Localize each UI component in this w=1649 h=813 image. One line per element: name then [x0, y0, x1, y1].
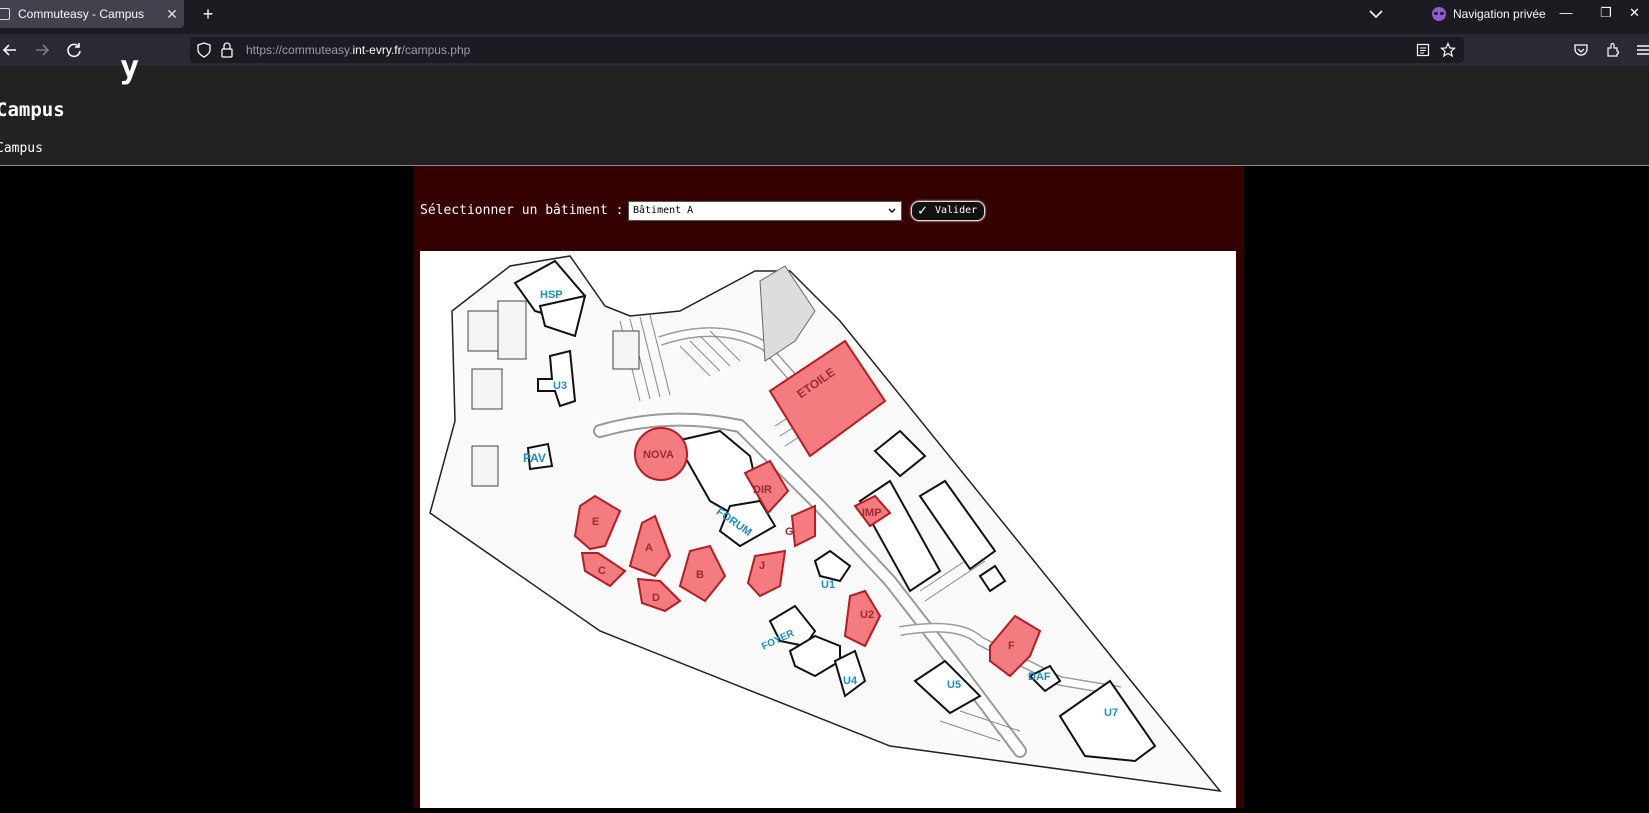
- label-hsp: HSP: [540, 289, 563, 301]
- building-select[interactable]: Bâtiment A: [628, 201, 902, 221]
- label-b: B: [696, 569, 704, 581]
- page-header: y Campus Campus: [0, 48, 1649, 166]
- close-window-button[interactable]: ✕: [1620, 0, 1649, 28]
- checkmark-icon: ✓: [918, 201, 928, 219]
- private-mask-icon: [1432, 7, 1446, 21]
- page-title: Campus: [0, 99, 65, 121]
- label-j: J: [759, 560, 765, 572]
- extensions-icon[interactable]: [1605, 42, 1621, 58]
- label-u1: U1: [821, 579, 835, 591]
- pocket-icon[interactable]: [1573, 42, 1589, 58]
- forward-arrow-icon[interactable]: [30, 39, 54, 61]
- chevron-down-icon: [888, 208, 896, 213]
- private-browsing-indicator: Navigation privée: [1432, 0, 1546, 28]
- label-u2: U2: [860, 609, 874, 621]
- url-text: https://commuteasy.int-evry.fr/campus.ph…: [246, 43, 471, 57]
- building-select-value: Bâtiment A: [633, 205, 694, 216]
- address-bar[interactable]: https://commuteasy.int-evry.fr/campus.ph…: [190, 37, 1464, 63]
- label-f: F: [1008, 640, 1015, 652]
- label-c: C: [598, 565, 606, 577]
- validate-button[interactable]: ✓ Valider: [911, 201, 985, 221]
- campus-map-drawing: HSP U3 PAV NOVA ETOILE DIR IMP FORUM E A…: [429, 255, 1222, 792]
- lock-icon[interactable]: [220, 42, 234, 58]
- label-u7: U7: [1104, 707, 1118, 719]
- label-a: A: [645, 542, 653, 554]
- close-tab-icon[interactable]: ✕: [160, 6, 184, 23]
- menu-icon[interactable]: [1636, 42, 1649, 58]
- campus-map: HSP U3 PAV NOVA ETOILE DIR IMP FORUM E A…: [420, 251, 1236, 808]
- label-imp: IMP: [862, 507, 882, 519]
- page-icon: [0, 8, 10, 20]
- browser-tab-strip: Commuteasy - Campus ✕ + Navigation privé…: [0, 0, 1649, 34]
- minimize-button[interactable]: —: [1546, 0, 1586, 28]
- tab-list-chevron-icon[interactable]: [1366, 4, 1386, 24]
- back-arrow-icon[interactable]: [0, 39, 24, 61]
- new-tab-button[interactable]: +: [196, 3, 220, 25]
- reload-icon[interactable]: [62, 39, 86, 61]
- label-u4: U4: [843, 675, 858, 687]
- reader-view-icon[interactable]: [1416, 43, 1430, 57]
- label-dir: DIR: [753, 484, 772, 496]
- bookmark-star-icon[interactable]: [1440, 42, 1456, 58]
- breadcrumb: Campus: [0, 141, 43, 156]
- shield-icon[interactable]: [196, 42, 212, 58]
- label-pav: PAV: [523, 451, 546, 465]
- label-u5: U5: [947, 679, 961, 691]
- building-select-label: Sélectionner un bâtiment :: [420, 203, 624, 218]
- label-d: D: [652, 592, 660, 604]
- private-label: Navigation privée: [1453, 7, 1546, 21]
- clipped-heading: y: [120, 48, 140, 86]
- tab-title: Commuteasy - Campus: [18, 7, 145, 21]
- label-g: G: [785, 526, 794, 538]
- browser-navigation-bar: https://commuteasy.int-evry.fr/campus.ph…: [0, 34, 1649, 66]
- validate-label: Valider: [935, 205, 978, 216]
- label-u3: U3: [553, 380, 567, 392]
- label-e: E: [592, 516, 599, 528]
- campus-content-panel: Sélectionner un bâtiment : Bâtiment A ✓ …: [414, 166, 1244, 808]
- label-nova: NOVA: [643, 449, 674, 461]
- active-tab[interactable]: Commuteasy - Campus ✕: [0, 0, 184, 28]
- label-daf: DAF: [1028, 671, 1051, 683]
